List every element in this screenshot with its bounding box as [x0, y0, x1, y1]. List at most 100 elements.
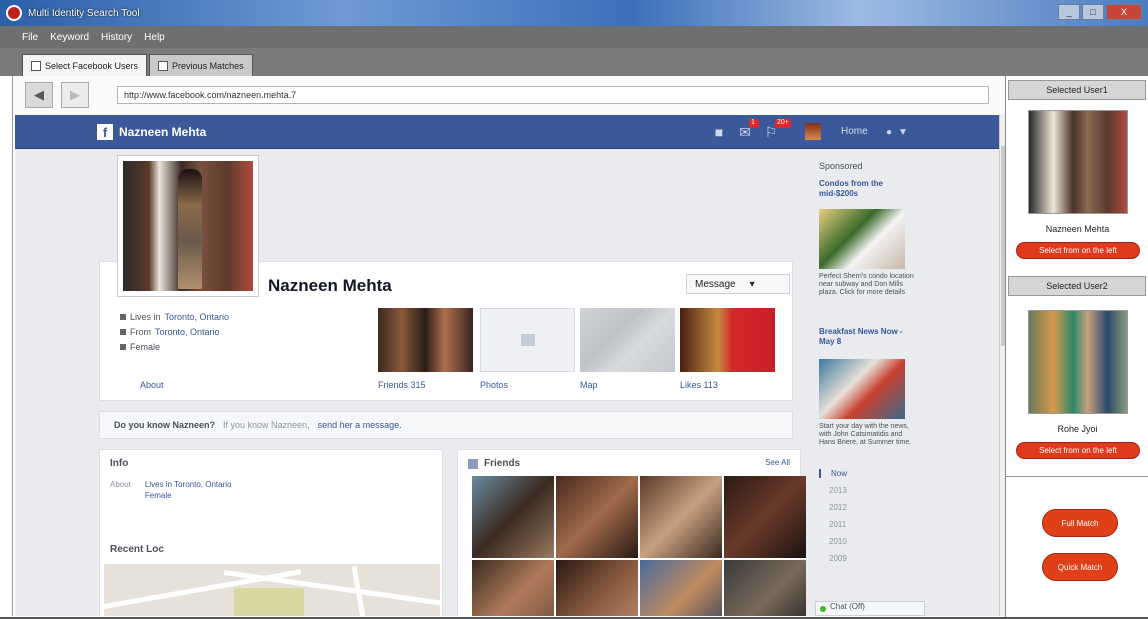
friends-count-link[interactable]: Friends 315: [378, 380, 426, 390]
see-all-link[interactable]: See All: [765, 458, 790, 467]
friends-thumbnail[interactable]: [378, 308, 473, 372]
photos-link[interactable]: Photos: [480, 380, 508, 390]
info-title: Info: [110, 458, 129, 469]
facebook-profile-link[interactable]: Nazneen Mehta: [119, 125, 206, 139]
map-link[interactable]: Map: [580, 380, 598, 390]
friend-photo[interactable]: [556, 560, 638, 616]
select-user2-button[interactable]: Select from on the left: [1016, 442, 1140, 459]
selected-user1-photo: [1028, 110, 1128, 214]
selected-user2-name: Rohe Jyoi: [1057, 424, 1098, 434]
settings-icon[interactable]: ▼: [895, 124, 911, 140]
menu-help[interactable]: Help: [144, 32, 165, 43]
home-icon: [120, 314, 126, 320]
know-title: Do you know Nazneen?: [114, 420, 216, 430]
likes-thumbnail[interactable]: [680, 308, 775, 372]
about-tab-link[interactable]: About: [140, 380, 164, 390]
about-link[interactable]: Toronto, Ontario: [155, 327, 220, 337]
tab-label: Select Facebook Users: [45, 60, 139, 71]
window-title-bar: Multi Identity Search Tool _ □ X: [0, 0, 1148, 26]
match-actions: Full Match Quick Match: [1006, 476, 1148, 619]
document-icon: [158, 60, 169, 71]
about-row-lives: Lives in Toronto, Ontario: [120, 312, 229, 322]
profile-name[interactable]: Nazneen Mehta: [268, 276, 392, 296]
tab-bar: Select Facebook Users Previous Matches: [0, 48, 1148, 76]
friends-icon: [468, 459, 478, 469]
message-button[interactable]: Message ▾: [686, 274, 790, 294]
menu-keyword[interactable]: Keyword: [50, 32, 89, 43]
about-value: Female: [130, 342, 161, 352]
friend-photo[interactable]: [472, 476, 554, 558]
back-button[interactable]: ◀: [25, 82, 53, 108]
about-prefix: Lives in: [130, 312, 161, 322]
friend-requests-icon[interactable]: ■: [711, 124, 727, 140]
tab-label: Previous Matches: [172, 60, 244, 71]
friend-photo[interactable]: [640, 476, 722, 558]
ad-headline[interactable]: Condos from the mid-$200s: [819, 179, 915, 199]
ad-image[interactable]: [819, 359, 905, 419]
year-link[interactable]: 2011: [819, 520, 919, 529]
photos-thumbnail[interactable]: [480, 308, 575, 372]
about-row-gender: Female: [120, 342, 229, 352]
year-link[interactable]: 2009: [819, 554, 919, 563]
location-icon: [120, 329, 126, 335]
tab-select-facebook-users[interactable]: Select Facebook Users: [22, 54, 148, 76]
chat-label: Chat (Off): [830, 602, 865, 611]
more-dropdown-icon[interactable]: ▾: [750, 279, 755, 290]
maximize-button[interactable]: □: [1082, 4, 1104, 20]
profile-photo[interactable]: [117, 155, 259, 297]
menu-history[interactable]: History: [101, 32, 132, 43]
full-match-button[interactable]: Full Match: [1042, 509, 1118, 537]
facebook-logo-icon[interactable]: f: [97, 124, 113, 140]
ad-image[interactable]: [819, 209, 905, 269]
forward-button[interactable]: ▶: [61, 82, 89, 108]
timeline-year-nav: Now 2013 2012 2011 2010 2009: [819, 469, 919, 571]
friend-photo[interactable]: [472, 560, 554, 616]
url-input[interactable]: [117, 86, 989, 104]
about-row-from: From Toronto, Ontario: [120, 327, 229, 337]
message-button-label: Message: [695, 278, 736, 290]
recent-locations-title: Recent Loc: [110, 544, 164, 555]
know-person-card: Do you know Nazneen? If you know Nazneen…: [99, 411, 793, 439]
menu-bar: File Keyword History Help: [0, 26, 1148, 48]
map-thumbnail[interactable]: [580, 308, 675, 372]
user-icon: [31, 60, 41, 71]
facebook-header: f Nazneen Mehta ■ ✉ 1 ⚐ 20+ Home ● ▼: [15, 115, 999, 149]
quick-match-button[interactable]: Quick Match: [1042, 553, 1118, 581]
forward-arrow-icon: ▶: [70, 87, 80, 102]
profile-photo-image: [123, 161, 253, 291]
tab-previous-matches[interactable]: Previous Matches: [149, 54, 253, 76]
selected-user2-photo: [1028, 310, 1128, 414]
year-link[interactable]: 2010: [819, 537, 919, 546]
send-message-link[interactable]: send her a message.: [318, 420, 402, 430]
friends-card: Friends See All: [457, 449, 806, 616]
ad-headline[interactable]: Breakfast News Now - May 8: [819, 327, 915, 347]
sponsored-column: Sponsored Condos from the mid-$200s Perf…: [815, 149, 925, 616]
minimize-button[interactable]: _: [1058, 4, 1080, 20]
close-button[interactable]: X: [1106, 4, 1142, 20]
friend-photo[interactable]: [556, 476, 638, 558]
friend-photo[interactable]: [724, 476, 806, 558]
year-link[interactable]: 2013: [819, 486, 919, 495]
likes-count-link[interactable]: Likes 113: [680, 380, 718, 390]
window-title: Multi Identity Search Tool: [28, 7, 140, 19]
map-park: [234, 588, 304, 616]
info-label: About: [110, 480, 131, 489]
select-user1-button[interactable]: Select from on the left: [1016, 242, 1140, 259]
friend-photo[interactable]: [640, 560, 722, 616]
menu-file[interactable]: File: [22, 32, 38, 43]
about-prefix: From: [130, 327, 151, 337]
info-value[interactable]: Lives in Toronto, Ontario: [145, 480, 232, 489]
browser-content: ◀ ▶ f Nazneen Mehta ■ ✉ 1 ⚐ 20+ Home ● ▼…: [12, 76, 1006, 616]
home-link[interactable]: Home: [841, 126, 868, 137]
chat-bar[interactable]: Chat (Off): [815, 601, 925, 616]
avatar[interactable]: [805, 123, 821, 140]
year-link[interactable]: 2012: [819, 503, 919, 512]
recent-locations-map[interactable]: [104, 564, 440, 616]
about-link[interactable]: Toronto, Ontario: [165, 312, 230, 322]
photo-placeholder-icon: [520, 334, 535, 346]
selected-users-panel: Selected User1 Nazneen Mehta Select from…: [1005, 76, 1148, 619]
friends-title: Friends: [484, 458, 521, 469]
messages-badge: 1: [749, 119, 759, 128]
friend-photo[interactable]: [724, 560, 806, 616]
year-link[interactable]: Now: [819, 469, 919, 478]
